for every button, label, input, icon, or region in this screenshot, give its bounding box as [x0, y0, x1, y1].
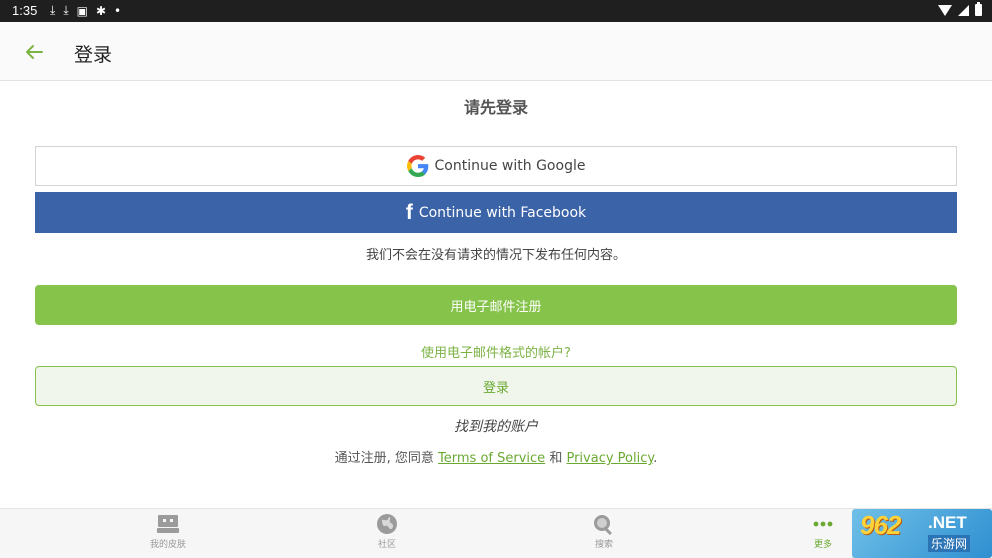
login-button-label: 登录 [482, 380, 509, 396]
battery-icon [975, 2, 982, 16]
nav-label: 社区 [377, 540, 396, 550]
nav-item-my-skins[interactable]: 我的皮肤 [118, 513, 218, 550]
facebook-signin-label: Continue with Facebook [418, 204, 587, 221]
privacy-policy-link[interactable]: Privacy Policy [566, 451, 653, 466]
more-icon [813, 521, 833, 527]
notification-icons: ⤓ ⤓ ▣ ✱ • [50, 3, 121, 18]
status-time: 1:35 [12, 3, 38, 18]
bug-icon: ✱ [95, 3, 107, 18]
back-arrow-icon[interactable] [22, 40, 46, 64]
skin-icon [157, 515, 179, 533]
nav-item-community[interactable]: 社区 [337, 513, 437, 550]
terms-of-service-link[interactable]: Terms of Service [438, 451, 545, 466]
system-icons [938, 2, 982, 16]
login-heading: 请先登录 [463, 98, 528, 117]
google-signin-button[interactable]: Continue with Google [35, 146, 957, 186]
dot-icon: • [114, 3, 122, 18]
terms-agreement: 通过注册, 您同意 Terms of Service 和 Privacy Pol… [0, 447, 992, 466]
facebook-signin-button[interactable]: f Continue with Facebook [35, 192, 957, 233]
signal-icon [958, 4, 969, 16]
google-signin-label: Continue with Google [434, 158, 586, 174]
globe-icon [377, 514, 397, 534]
search-icon [594, 515, 612, 535]
status-bar: 1:35 ⤓ ⤓ ▣ ✱ • [0, 0, 992, 22]
bottom-navigation: 我的皮肤 社区 搜索 更多 [0, 508, 992, 558]
app-notification-icon: ▣ [76, 3, 88, 18]
facebook-icon: f [405, 200, 413, 224]
find-account-link[interactable]: 找到我的账户 [0, 416, 992, 436]
watermark-logo: 962 .NET 乐游网 [852, 509, 992, 558]
nav-item-search[interactable]: 搜索 [554, 513, 654, 550]
watermark-subtitle: 乐游网 [928, 535, 971, 552]
nav-label: 我的皮肤 [149, 540, 186, 550]
watermark-suffix: .NET [928, 513, 967, 532]
agreement-prefix: 通过注册, 您同意 [334, 451, 434, 466]
agreement-and: 和 [549, 451, 563, 466]
email-account-link[interactable]: 使用电子邮件格式的帐户? [0, 342, 992, 361]
privacy-note: 我们不会在没有请求的情况下发布任何内容。 [365, 248, 626, 263]
download-icon: ⤓ [63, 3, 69, 17]
agreement-end: . [653, 451, 658, 466]
wifi-icon [938, 4, 952, 16]
app-bar: 登录 [0, 22, 992, 81]
login-button[interactable]: 登录 [35, 366, 957, 406]
email-register-label: 用电子邮件注册 [450, 299, 542, 315]
page-title: 登录 [74, 44, 113, 66]
watermark-brand: 962 [860, 510, 901, 540]
download-icon: ⤓ [50, 3, 56, 17]
nav-label: 搜索 [594, 540, 613, 550]
google-icon [406, 155, 428, 177]
email-register-button[interactable]: 用电子邮件注册 [35, 285, 957, 325]
